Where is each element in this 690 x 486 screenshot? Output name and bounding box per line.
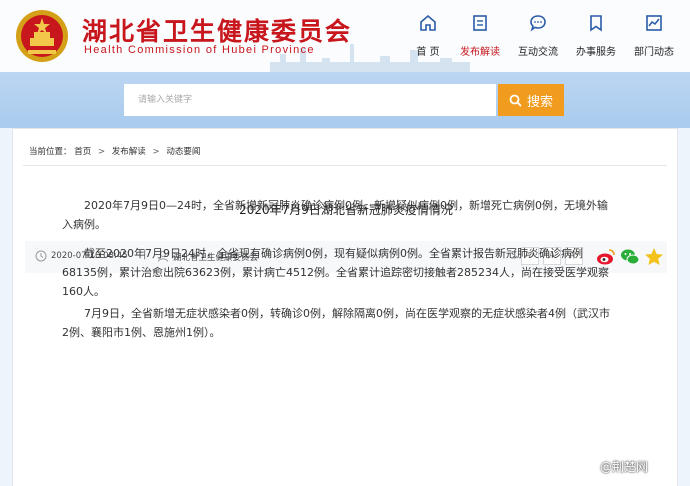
nav-item-label: 互动交流 — [518, 47, 558, 58]
search-icon — [509, 94, 522, 107]
search-button-label: 搜索 — [526, 94, 553, 110]
search-button[interactable]: 搜索 — [498, 84, 564, 116]
bookmark-icon — [590, 15, 602, 32]
nav-item-interaction[interactable]: 互动交流 — [508, 14, 568, 58]
wechat-icon[interactable] — [619, 246, 641, 268]
trend-chart-icon — [646, 15, 662, 31]
nav-item-release[interactable]: 发布解读 — [450, 14, 510, 58]
nav-item-label: 发布解读 — [460, 47, 500, 58]
nav-item-dept-news[interactable]: 部门动态 — [624, 14, 684, 58]
breadcrumb-news-link[interactable]: 动态要闻 — [166, 147, 200, 157]
site-title[interactable]: 湖北省卫生健康委员会 — [82, 12, 352, 48]
site-header: 湖北省卫生健康委员会 Health Commission of Hubei Pr… — [0, 0, 690, 72]
favorite-star-icon[interactable] — [643, 246, 665, 268]
national-emblem-icon — [16, 10, 68, 62]
clock-icon — [35, 250, 47, 262]
site-subtitle: Health Commission of Hubei Province — [84, 44, 315, 56]
nav-item-services[interactable]: 办事服务 — [566, 14, 626, 58]
breadcrumb-prefix: 当前位置： — [29, 147, 72, 157]
nav-item-home[interactable]: 首 页 — [398, 14, 458, 58]
main-nav: 首 页 发布解读 互动交流 办事服务 部门动态 — [398, 14, 690, 64]
breadcrumb-home-link[interactable]: 首页 — [74, 147, 91, 157]
article-paragraph: 截至2020年7月9日24时，全省现有确诊病例0例，现有疑似病例0例。全省累计报… — [62, 247, 609, 298]
breadcrumb-divider — [23, 165, 667, 166]
watermark: @荆楚网 — [600, 460, 649, 474]
nav-item-label: 办事服务 — [576, 47, 616, 58]
breadcrumb: 当前位置： 首页 > 发布解读 > 动态要闻 — [29, 147, 201, 157]
breadcrumb-release-link[interactable]: 发布解读 — [112, 147, 146, 157]
nav-item-label: 部门动态 — [634, 47, 674, 58]
article-paragraph: 2020年7月9日0—24时，全省新增新冠肺炎确诊病例0例，新增疑似病例0例，新… — [62, 199, 608, 231]
article-paragraph: 7月9日，全省新增无症状感染者0例，转确诊0例，解除隔离0例，尚在医学观察的无症… — [62, 307, 610, 339]
chat-bubble-icon — [530, 15, 546, 32]
home-icon — [420, 14, 436, 31]
document-icon — [473, 15, 487, 31]
search-input[interactable] — [124, 84, 496, 116]
nav-item-label: 首 页 — [416, 47, 440, 58]
